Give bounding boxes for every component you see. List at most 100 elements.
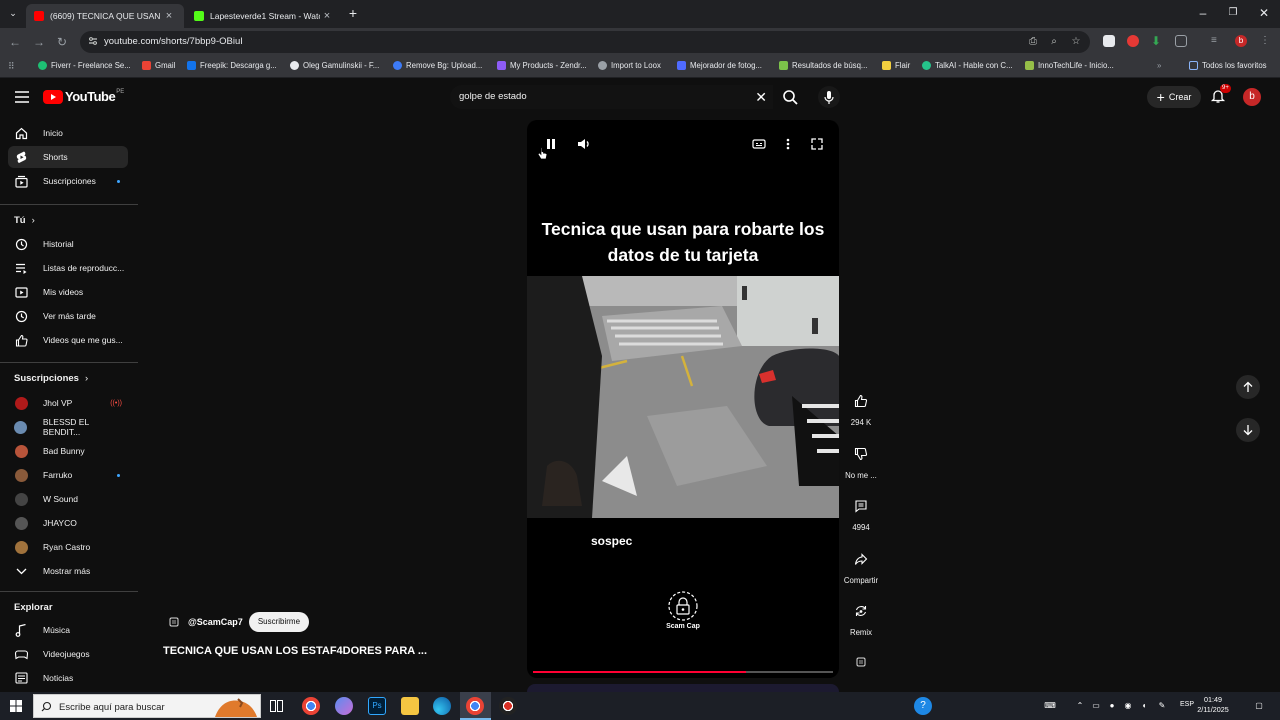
account-avatar[interactable]: b bbox=[1243, 88, 1261, 106]
bookmark-item[interactable]: Freepik: Descarga g... bbox=[187, 61, 277, 70]
subscribe-button[interactable]: Suscribirme bbox=[248, 612, 310, 632]
sidebar-item-listas[interactable]: Listas de reproducc... bbox=[8, 257, 128, 279]
sidebar-item-historial[interactable]: Historial bbox=[8, 233, 128, 255]
address-bar[interactable]: youtube.com/shorts/7bbp9-OBiuI ⎙ ⌕ ☆ bbox=[80, 31, 1090, 53]
bookmark-item[interactable]: Gmail bbox=[142, 61, 175, 70]
create-button[interactable]: + Crear bbox=[1147, 86, 1201, 108]
copilot-app-icon[interactable] bbox=[335, 697, 353, 715]
more-bookmarks-icon[interactable]: » bbox=[1157, 61, 1161, 70]
comments-button[interactable]: 4994 bbox=[842, 494, 880, 532]
taskbar-search-input[interactable]: Escribe aquí para buscar bbox=[33, 694, 261, 718]
photoshop-app-icon[interactable]: Ps bbox=[368, 697, 386, 715]
apps-icon[interactable]: ⠿ bbox=[8, 61, 15, 72]
edge-app-icon[interactable] bbox=[433, 697, 451, 715]
remix-button[interactable]: Remix bbox=[842, 599, 880, 637]
sidebar-item-mis-videos[interactable]: Mis videos bbox=[8, 281, 128, 303]
search-button[interactable] bbox=[774, 85, 806, 109]
zoom-icon[interactable]: ⌕ bbox=[1048, 36, 1060, 48]
active-chrome-window[interactable] bbox=[460, 692, 491, 720]
tab-search-icon[interactable]: ⌄ bbox=[6, 6, 20, 20]
sidebar-item-inicio[interactable]: Inicio bbox=[8, 122, 128, 144]
bookmark-item[interactable]: InnoTechLife - Inicio... bbox=[1025, 61, 1114, 70]
hamburger-menu-icon[interactable] bbox=[15, 91, 29, 103]
like-button[interactable]: 294 K bbox=[842, 389, 880, 427]
bookmark-item[interactable]: Oleg Gamulinskii - F... bbox=[290, 61, 379, 70]
progress-bar[interactable] bbox=[533, 671, 833, 673]
bookmark-star-icon[interactable]: ☆ bbox=[1070, 36, 1082, 48]
next-short-button[interactable] bbox=[1236, 418, 1260, 442]
install-icon[interactable]: ⎙ bbox=[1027, 36, 1039, 48]
sidebar-item-shorts[interactable]: Shorts bbox=[8, 146, 128, 168]
close-tab-icon[interactable]: × bbox=[162, 9, 176, 23]
tab-stream[interactable]: Lapesteverde1 Stream - Watch × bbox=[186, 4, 342, 28]
channel-avatar-icon[interactable] bbox=[168, 616, 180, 628]
sidebar-channel-jhayco[interactable]: JHAYCO bbox=[8, 512, 128, 534]
sidebar-channel-jhol-vp[interactable]: Jhol VP ((•)) bbox=[8, 392, 128, 414]
notification-center-icon[interactable]: ▢ bbox=[1253, 701, 1265, 711]
next-short-preview[interactable] bbox=[527, 684, 839, 692]
microphone-icon[interactable]: ● bbox=[1107, 701, 1117, 711]
fullscreen-icon[interactable] bbox=[809, 136, 825, 152]
close-window-icon[interactable]: ✕ bbox=[1257, 6, 1271, 20]
back-icon[interactable]: ← bbox=[8, 35, 22, 49]
sidebar-item-suscripciones[interactable]: Suscripciones bbox=[8, 170, 128, 192]
bookmark-item[interactable]: TalkAI - Hable con C... bbox=[922, 61, 1013, 70]
reload-icon[interactable]: ↻ bbox=[55, 35, 69, 49]
bookmark-item[interactable]: Import to Loox bbox=[598, 61, 661, 70]
forward-icon[interactable]: → bbox=[32, 35, 46, 49]
previous-short-button[interactable] bbox=[1236, 375, 1260, 399]
new-tab-button[interactable]: + bbox=[346, 6, 360, 20]
network-icon[interactable]: ◉ bbox=[1123, 701, 1133, 711]
sidebar-channel-farruko[interactable]: Farruko bbox=[8, 464, 128, 486]
minimize-icon[interactable]: – bbox=[1196, 6, 1210, 20]
all-bookmarks[interactable]: Todos los favoritos bbox=[1189, 61, 1267, 70]
tab-youtube[interactable]: (6609) TECNICA QUE USAN × bbox=[26, 4, 184, 28]
sidebar-show-more[interactable]: Mostrar más bbox=[8, 560, 128, 582]
shorts-player[interactable]: Tecnica que usan para robarte los datos … bbox=[527, 120, 839, 678]
bookmark-item[interactable]: Resultados de búsq... bbox=[779, 61, 867, 70]
section-heading-tu[interactable]: Tú › bbox=[14, 215, 35, 226]
extension-icon[interactable] bbox=[1103, 35, 1115, 47]
extension-icon[interactable] bbox=[1127, 35, 1139, 47]
keyboard-icon[interactable]: ⌨ bbox=[1043, 701, 1057, 711]
profile-avatar[interactable]: b bbox=[1235, 35, 1247, 47]
restore-icon[interactable]: ❐ bbox=[1226, 6, 1240, 20]
captions-icon[interactable] bbox=[751, 136, 767, 152]
bookmark-item[interactable]: My Products - Zendr... bbox=[497, 61, 587, 70]
section-heading-suscripciones[interactable]: Suscripciones › bbox=[14, 373, 88, 384]
clear-search-icon[interactable]: ✕ bbox=[755, 89, 767, 105]
more-options-icon[interactable] bbox=[780, 136, 796, 152]
windows-start-icon[interactable] bbox=[10, 700, 22, 712]
volume-icon[interactable] bbox=[575, 136, 591, 152]
chrome-profile-app-icon[interactable] bbox=[499, 697, 517, 715]
sidebar-channel-w-sound[interactable]: W Sound bbox=[8, 488, 128, 510]
bookmark-item[interactable]: Fiverr - Freelance Se... bbox=[38, 61, 131, 70]
bookmark-item[interactable]: Flair bbox=[882, 61, 910, 70]
close-tab-icon[interactable]: × bbox=[320, 9, 334, 23]
share-button[interactable]: Compartir bbox=[842, 547, 880, 585]
file-explorer-icon[interactable] bbox=[401, 697, 419, 715]
help-app-icon[interactable]: ? bbox=[914, 697, 932, 715]
search-input[interactable]: golpe de estado ✕ bbox=[450, 85, 773, 109]
youtube-logo[interactable]: YouTube PE bbox=[43, 89, 124, 104]
task-view-icon[interactable] bbox=[270, 700, 283, 712]
sidebar-item-noticias[interactable]: Noticias bbox=[8, 667, 128, 689]
reading-list-icon[interactable]: ≡ bbox=[1211, 35, 1223, 47]
site-info-icon[interactable] bbox=[88, 36, 98, 46]
pen-icon[interactable]: ✎ bbox=[1157, 701, 1167, 711]
input-language[interactable]: ESP bbox=[1180, 701, 1194, 708]
sidebar-item-musica[interactable]: Música bbox=[8, 619, 128, 641]
menu-icon[interactable]: ⋮ bbox=[1259, 35, 1271, 47]
sidebar-channel-ryan-castro[interactable]: Ryan Castro bbox=[8, 536, 128, 558]
tray-app-icon[interactable]: ▭ bbox=[1091, 701, 1101, 711]
notifications-button[interactable]: 9+ bbox=[1210, 84, 1231, 104]
system-clock[interactable]: 01:49 2/11/2025 bbox=[1196, 695, 1230, 715]
volume-icon[interactable]: ◖ bbox=[1139, 701, 1149, 711]
sidebar-item-videos-gustan[interactable]: Videos que me gus... bbox=[8, 329, 128, 351]
voice-search-button[interactable] bbox=[818, 86, 840, 108]
download-icon[interactable]: ⬇ bbox=[1151, 35, 1163, 47]
bookmark-item[interactable]: Remove Bg: Upload... bbox=[393, 61, 482, 70]
sound-thumbnail-icon[interactable] bbox=[855, 656, 867, 668]
sidebar-item-videojuegos[interactable]: Videojuegos bbox=[8, 643, 128, 665]
chevron-up-icon[interactable]: ⌃ bbox=[1075, 701, 1085, 711]
